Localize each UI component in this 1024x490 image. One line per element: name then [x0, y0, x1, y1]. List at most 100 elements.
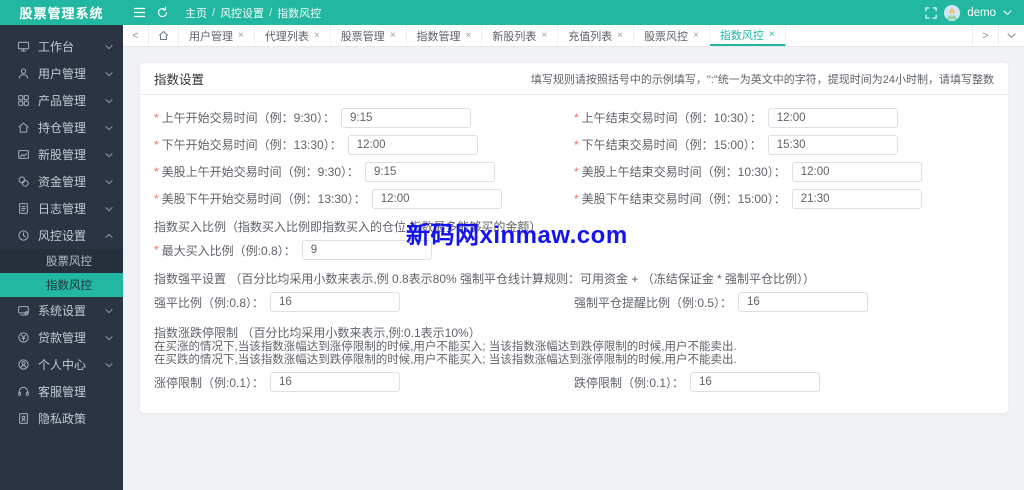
field-label: * 下午结束交易时间（例：15:00）： [574, 137, 762, 153]
coins-icon [18, 176, 29, 187]
field-label: 跌停限制（例:0.1）： [574, 375, 685, 390]
tabs-scroll-left-button[interactable]: < [123, 25, 149, 46]
pm-close-time-input[interactable] [767, 134, 898, 155]
sidebar-item-system-settings[interactable]: 系统设置 [0, 297, 123, 324]
main-content: 指数设置 填写规则请按照括号中的示例填写，":"统一为英文中的字符，提现时间为2… [123, 47, 1024, 490]
close-icon[interactable]: × [769, 29, 775, 40]
chevron-down-icon [105, 308, 113, 313]
time-row: *美股上午开始交易时间（例：9:30）： *美股上午结束交易时间（例：10:30… [154, 158, 994, 185]
sidebar-item-users[interactable]: 用户管理 [0, 60, 123, 87]
buy-ratio-section: 指数买入比例（指数买入比例即指数买入的仓位,指数最多能够买的金额） * 最大买入比… [154, 220, 994, 262]
sidebar-item-customer-service[interactable]: 客服管理 [0, 378, 123, 405]
field-label: * 上午开始交易时间（例：9:30）： [154, 110, 336, 126]
tab-new-stock-list[interactable]: 新股列表 × [482, 25, 559, 46]
grid-icon [18, 95, 29, 106]
field-label: 强平比例（例:0.8）： [154, 295, 265, 310]
chevron-down-icon [105, 335, 113, 340]
chevron-down-icon [105, 71, 113, 76]
sidebar-item-workbench[interactable]: 工作台 [0, 33, 123, 60]
tabs-scroll-right-button[interactable]: > [972, 25, 998, 46]
breadcrumb-home[interactable]: 主页 [185, 5, 207, 21]
max-buy-ratio-input[interactable] [301, 240, 432, 260]
tab-index-risk[interactable]: 指数风控 × [709, 25, 786, 46]
field-label: 强制平仓提醒比例（例:0.5）： [574, 295, 733, 310]
sidebar-item-products[interactable]: 产品管理 [0, 87, 123, 114]
sidebar-item-funds[interactable]: 资金管理 [0, 168, 123, 195]
home-icon [158, 30, 169, 41]
section-desc: 在买涨的情况下,当该指数涨幅达到涨停限制的时候,用户不能买入; 当该指数涨幅达到… [154, 341, 737, 353]
sidebar-item-positions[interactable]: 持仓管理 [0, 114, 123, 141]
liquidation-ratio-input[interactable] [270, 292, 401, 312]
sidebar-item-loans[interactable]: 贷款管理 [0, 324, 123, 351]
field-label: * 上午结束交易时间（例：10:30）： [574, 110, 762, 126]
tab-user-management[interactable]: 用户管理 × [179, 25, 255, 46]
field-label: * 美股上午结束交易时间（例：10:30）： [574, 164, 786, 180]
tab-stock-management[interactable]: 股票管理 × [331, 25, 407, 46]
liquidation-section: 指数强平设置 （百分比均采用小数来表示,例 0.8表示80% 强制平仓线计算规则… [154, 272, 994, 314]
close-icon[interactable]: × [314, 30, 320, 41]
file-icon [19, 203, 28, 214]
close-icon[interactable]: × [617, 30, 623, 41]
rules-hint: 填写规则请按照括号中的示例填写，":"统一为英文中的字符，提现时间为24小时制，… [530, 73, 994, 86]
sidebar-subitem-stock-risk[interactable]: 股票风控 [0, 249, 123, 273]
chevron-down-icon [105, 98, 113, 103]
field-label: 涨停限制（例:0.1）： [154, 375, 265, 390]
section-heading: 指数买入比例（指数买入比例即指数买入的仓位,指数最多能够买的金额） [154, 220, 542, 234]
policy-doc-icon [19, 413, 28, 424]
close-icon[interactable]: × [693, 30, 699, 41]
sidebar-item-risk-settings[interactable]: 风控设置 [0, 222, 123, 249]
headset-icon [18, 386, 29, 396]
sidebar-item-profile[interactable]: 个人中心 [0, 351, 123, 378]
refresh-icon[interactable] [156, 6, 169, 19]
close-icon[interactable]: × [238, 30, 244, 41]
tabs-menu-button[interactable] [998, 25, 1024, 46]
sidebar-item-privacy-policy[interactable]: 隐私政策 [0, 405, 123, 432]
close-icon[interactable]: × [390, 30, 396, 41]
am-open-time-input[interactable] [341, 107, 472, 128]
section-heading: 指数强平设置 （百分比均采用小数来表示,例 0.8表示80% 强制平仓线计算规则… [154, 272, 816, 286]
tab-home[interactable] [149, 25, 179, 46]
limit-up-input[interactable] [270, 372, 401, 392]
sidebar-item-logs[interactable]: 日志管理 [0, 195, 123, 222]
chevron-up-icon [105, 233, 113, 238]
close-icon[interactable]: × [541, 30, 547, 41]
chevron-down-icon [105, 179, 113, 184]
tab-stock-risk[interactable]: 股票风控 × [634, 25, 710, 46]
tab-bar: < 用户管理 × 代理列表 × 股票管理 × 指数管理 × 新股列表 × 充值列表 × 股票… [123, 25, 1024, 47]
user-chevron-down-icon[interactable] [1003, 9, 1012, 16]
am-close-time-input[interactable] [767, 107, 898, 128]
hamburger-icon[interactable] [133, 7, 146, 18]
chevron-down-icon [105, 152, 113, 157]
close-icon[interactable]: × [466, 30, 472, 41]
time-row: *美股下午开始交易时间（例：13:30）： *美股下午结束交易时间（例：15:0… [154, 185, 994, 212]
limit-down-input[interactable] [690, 372, 821, 392]
us-am-close-time-input[interactable] [791, 161, 922, 182]
person-circle-icon [18, 359, 29, 370]
user-icon [18, 68, 29, 79]
us-pm-close-time-input[interactable] [791, 188, 922, 209]
chevron-down-icon [105, 362, 113, 367]
us-pm-open-time-input[interactable] [371, 188, 502, 209]
liquidation-alert-ratio-input[interactable] [738, 292, 869, 312]
clock-icon [18, 230, 29, 241]
breadcrumb-current: 指数风控 [277, 7, 322, 20]
tab-agent-list[interactable]: 代理列表 × [255, 25, 331, 46]
user-avatar[interactable] [944, 4, 961, 21]
field-label: * 美股下午开始交易时间（例：13:30）： [154, 191, 366, 207]
sidebar-subitem-index-risk[interactable]: 指数风控 [0, 273, 123, 297]
chevron-down-icon [1007, 32, 1016, 38]
sidebar-nav: 工作台 用户管理 产品管理 持仓管理 新股管理 资金管理 日志管理 风控设置 股… [0, 25, 123, 490]
breadcrumb-section[interactable]: 风控设置 [220, 5, 264, 21]
sidebar-item-new-stocks[interactable]: 新股管理 [0, 141, 123, 168]
tab-recharge-list[interactable]: 充值列表 × [558, 25, 635, 46]
monitor-icon [17, 41, 30, 52]
chevron-down-icon [105, 206, 113, 211]
username-label[interactable]: demo [967, 7, 996, 19]
settings-icon [18, 306, 29, 316]
pm-open-time-input[interactable] [347, 134, 478, 155]
us-am-open-time-input[interactable] [365, 161, 496, 182]
time-row: *下午开始交易时间（例：13:30）： *下午结束交易时间（例：15:00）： [154, 131, 994, 158]
tab-index-management[interactable]: 指数管理 × [407, 25, 483, 46]
section-heading: 指数涨跌停限制 （百分比均采用小数来表示,例:0.1表示10%） [154, 326, 481, 340]
fullscreen-icon[interactable] [925, 6, 937, 19]
